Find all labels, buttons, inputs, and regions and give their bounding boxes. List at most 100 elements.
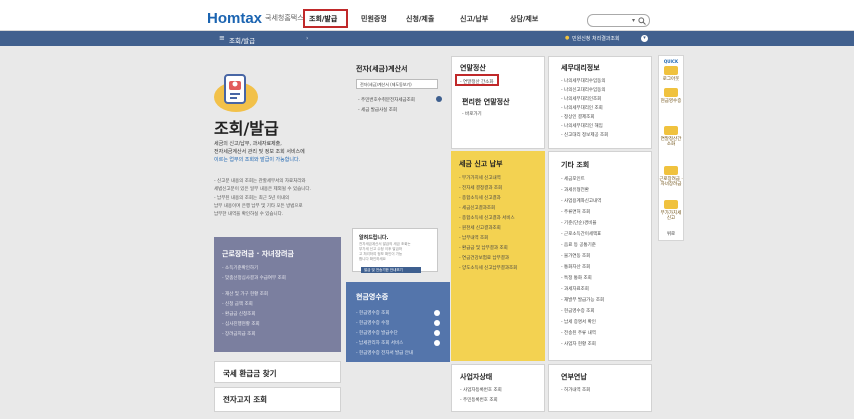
refund-search-label: 국세 환급금 찾기: [223, 369, 277, 378]
heart-icon[interactable]: [664, 166, 678, 175]
business-status-item-1[interactable]: - 사업자등록번호 조회: [460, 387, 502, 393]
agent-item-7[interactable]: - 신고대리 정보제공 조회: [561, 132, 608, 138]
hero-desc-2: 전자세금계산서 관리 및 정보 조회 서비스에: [214, 149, 305, 155]
tax-report-item-6[interactable]: - 원천세 신고결과조회: [459, 225, 501, 231]
arrow-circle-icon[interactable]: [434, 310, 440, 316]
business-status-item-2[interactable]: - 주민등록번호 조회: [460, 397, 498, 403]
business-status-panel: 사업자상태 - 사업자등록번호 조회 - 주민등록번호 조회: [451, 364, 545, 412]
nav-apply-submit[interactable]: 신청/제출: [406, 14, 434, 24]
einvoice-panel: 전자(세금)계산서 전자(세금)계산서 (제도동보기) - 주민번호수취분전자세…: [346, 56, 450, 280]
tax-report-item-5[interactable]: - 종합소득세 신고결과 서비스: [459, 215, 515, 221]
cash-receipt-item-3[interactable]: - 현금영수증 발급수단: [356, 330, 398, 336]
notice-button-label: 발급 및 전송기한 안내보기: [364, 268, 403, 272]
other-inquiry-panel: 기타 조회 - 세금포인트 - 과세유형전환 - 사업용계좌신고내역 - 주류면…: [548, 151, 652, 361]
quick-incentive[interactable]: 근로장려금 · 자녀장려금: [659, 177, 683, 187]
arrow-circle-icon[interactable]: [436, 96, 442, 102]
other-item-11[interactable]: - 과세자료조회: [561, 286, 589, 292]
incentive-item-5[interactable]: - 환급금 신청조회: [222, 311, 255, 317]
arrow-circle-icon[interactable]: [434, 330, 440, 336]
menu-icon[interactable]: ≡: [219, 34, 225, 42]
logo-text-tax: tax: [240, 9, 263, 27]
other-item-8[interactable]: - 물가연동 조회: [561, 253, 590, 259]
breadcrumb: ≡ 조회/발급 › ● 민원신청 처리결과조회 ▾: [0, 31, 854, 46]
hometax-logo[interactable]: Hom tax 국세청홈택스: [207, 8, 304, 28]
receipt-icon[interactable]: [664, 88, 678, 97]
tax-report-item-7[interactable]: - 납부내역 조회: [459, 235, 488, 241]
business-status-title: 사업자상태: [460, 373, 493, 381]
other-item-6[interactable]: - 근로소득간이세액표: [561, 231, 601, 237]
agent-item-4[interactable]: - 나의세무대리인 조회: [561, 105, 603, 111]
hero-note-1: - 신고분 내용의 조회는 관할세무서의 자료처리와: [214, 179, 306, 184]
nav-report-pay[interactable]: 신고/납부: [460, 14, 488, 24]
agent-item-3[interactable]: - 나의세무대리인조회: [561, 96, 601, 102]
arrow-circle-icon[interactable]: [434, 320, 440, 326]
incentive-item-3[interactable]: - 재산 및 가구 현황 조회: [222, 291, 268, 297]
chevron-down-icon[interactable]: ▾: [641, 35, 648, 42]
quick-logout[interactable]: 로그아웃: [659, 77, 683, 82]
annuity-title: 연부연납: [561, 373, 587, 381]
other-item-1[interactable]: - 세금포인트: [561, 176, 585, 182]
document-icon[interactable]: [664, 200, 678, 209]
chevron-right-icon: ›: [306, 35, 309, 42]
tax-report-item-9[interactable]: - 연금건강보험료 납부결과: [459, 255, 509, 261]
other-item-7[interactable]: - 음료 등 공통기준: [561, 242, 596, 248]
yearend-title: 연말정산: [460, 64, 486, 72]
other-item-2[interactable]: - 과세유형전환: [561, 187, 589, 193]
incentive-item-1[interactable]: - 소득기준확인하기: [222, 265, 258, 271]
search-input[interactable]: ▾: [587, 14, 650, 27]
einvoice-item-2[interactable]: - 세금 발급사실 조회: [358, 107, 397, 113]
arrow-circle-icon[interactable]: [434, 340, 440, 346]
e-bill-button[interactable]: 전자고지 조회: [214, 387, 341, 412]
other-item-9[interactable]: - 통화자산 조회: [561, 264, 590, 270]
other-item-5[interactable]: - 기준(단순)경비율: [561, 220, 597, 226]
tax-report-item-8[interactable]: - 환급금 및 납부결과 조회: [459, 245, 508, 251]
other-item-4[interactable]: - 주류면허 조회: [561, 209, 590, 215]
agent-item-2[interactable]: - 나의신고대리수임동의: [561, 87, 605, 93]
other-item-16[interactable]: - 사업자 현황 조회: [561, 341, 596, 347]
other-item-14[interactable]: - 납세 증명서 확인: [561, 319, 596, 325]
quick-vat[interactable]: 부가가치세 신고: [659, 211, 683, 221]
incentive-item-2[interactable]: - 맞춤선정심사결과 수급여부 조회: [222, 275, 286, 281]
cash-receipt-item-1[interactable]: - 현금영수증 조회: [356, 310, 389, 316]
header: Hom tax 국세청홈택스 조회/발급 민원증명 신청/제출 신고/납부 상담…: [0, 6, 854, 31]
quick-top[interactable]: 위로: [659, 232, 683, 237]
logout-icon[interactable]: [664, 66, 678, 75]
other-item-12[interactable]: - 재발부 발급가능 조회: [561, 297, 604, 303]
refund-search-button[interactable]: 국세 환급금 찾기: [214, 361, 341, 383]
other-item-10[interactable]: - 특정 통화 조회: [561, 275, 592, 281]
nav-civil-certificates[interactable]: 민원증명: [361, 14, 387, 24]
tax-report-item-4[interactable]: - 세금신고결과조회: [459, 205, 495, 211]
agent-item-5[interactable]: - 정상인 결제조회: [561, 114, 594, 120]
other-item-15[interactable]: - 전송된 주류 내역: [561, 330, 596, 336]
nav-consult-report[interactable]: 상담/제보: [510, 14, 538, 24]
hero-note-5: 납부한 내역을 확인하실 수 있습니다.: [214, 212, 284, 217]
tax-report-item-10[interactable]: - 양도소득세 신고납부결과조회: [459, 265, 517, 271]
hero-note-3: - 납부된 내용의 조회는 최근 5년 이내의: [214, 196, 290, 201]
einvoice-item-1[interactable]: - 주민번호수취분전자세금조회: [358, 97, 415, 103]
tax-report-item-1[interactable]: - 부가가치세 신고내역: [459, 175, 501, 181]
cash-receipt-item-2[interactable]: - 현금영수증 수정: [356, 320, 389, 326]
breadcrumb-right-link[interactable]: 민원신청 처리결과조회: [572, 35, 620, 42]
einvoice-select[interactable]: 전자(세금)계산서 (제도동보기): [356, 79, 438, 89]
notice-button[interactable]: 발급 및 전송기한 안내보기: [361, 267, 421, 273]
hero-note-2: 세법신고분이 있은 일부 내용은 제외될 수 있습니다.: [214, 187, 311, 192]
quick-cash-receipt[interactable]: 현금영수증: [659, 99, 683, 104]
yearend-shortcut[interactable]: - 바로가기: [462, 111, 482, 117]
incentive-item-4[interactable]: - 신청 금액 조회: [222, 301, 253, 307]
cash-receipt-item-5[interactable]: - 현금영수증 전자서 발급 안내: [356, 350, 413, 356]
search-icon[interactable]: [638, 17, 646, 25]
tax-report-item-3[interactable]: - 종합소득세 신고결과: [459, 195, 501, 201]
agent-item-1[interactable]: - 나의세무대리수임동의: [561, 78, 605, 84]
incentive-item-7[interactable]: - 장려금지급 조회: [222, 331, 255, 337]
incentive-item-6[interactable]: - 심사진행현황 조회: [222, 321, 260, 327]
bullet-icon: ●: [565, 35, 570, 41]
search-dropdown-icon[interactable]: ▾: [632, 17, 635, 24]
calendar-icon[interactable]: [664, 126, 678, 135]
other-item-13[interactable]: - 현금영수증 조회: [561, 308, 594, 314]
annuity-item-1[interactable]: - 허가내역 조회: [561, 387, 590, 393]
tax-report-item-2[interactable]: - 전자세 결정결과 조회: [459, 185, 502, 191]
cash-receipt-item-4[interactable]: - 납세관리자 조회 서비스: [356, 340, 403, 346]
agent-item-6[interactable]: - 나의세무대리인 해임: [561, 123, 603, 129]
other-item-3[interactable]: - 사업용계좌신고내역: [561, 198, 601, 204]
quick-yearend[interactable]: 연말정산간소화: [659, 137, 683, 147]
